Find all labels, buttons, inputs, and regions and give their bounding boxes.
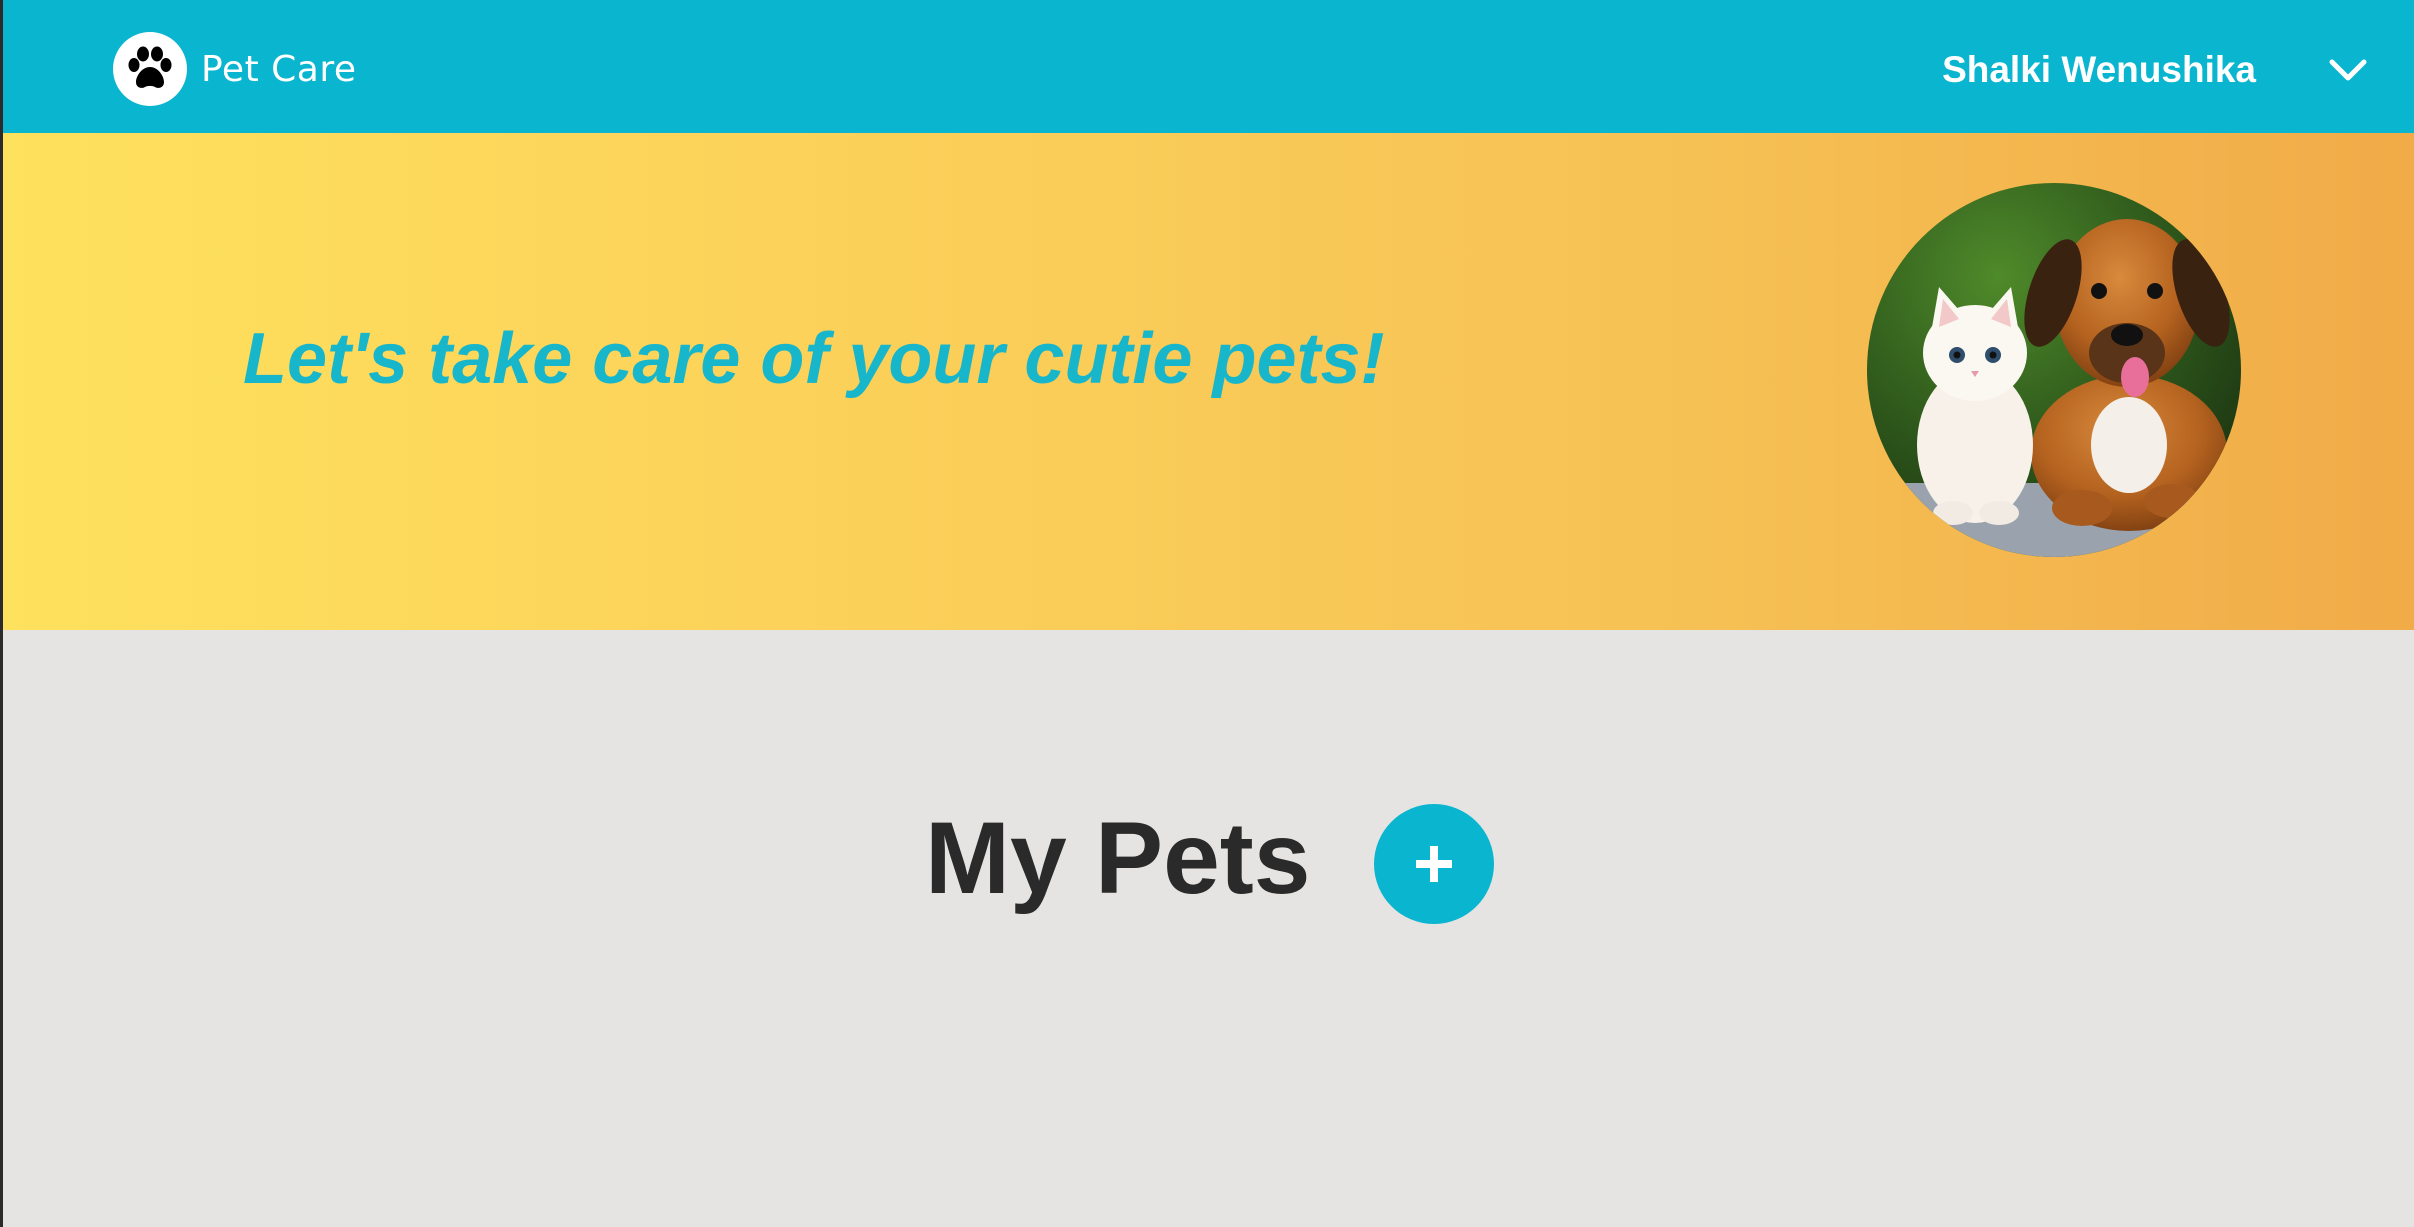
user-menu[interactable]: Shalki Wenushika [1942, 40, 2368, 100]
paw-icon [113, 32, 187, 106]
chevron-down-icon[interactable] [2328, 50, 2368, 90]
hero-pets-image [1867, 183, 2241, 557]
page: Pet Care Shalki Wenushika Let's take car… [0, 0, 2414, 1227]
user-name: Shalki Wenushika [1942, 49, 2256, 90]
top-navbar: Pet Care Shalki Wenushika [3, 0, 2414, 133]
section-title: My Pets [925, 801, 1311, 915]
brand-name: Pet Care [201, 48, 357, 90]
my-pets-section: My Pets [3, 790, 2414, 930]
add-pet-button[interactable] [1374, 804, 1494, 924]
brand-home-link[interactable]: Pet Care [113, 30, 357, 108]
hero-banner: Let's take care of your cutie pets! [3, 133, 2414, 630]
hero-tagline: Let's take care of your cutie pets! [243, 319, 1385, 399]
plus-icon [1416, 846, 1452, 882]
